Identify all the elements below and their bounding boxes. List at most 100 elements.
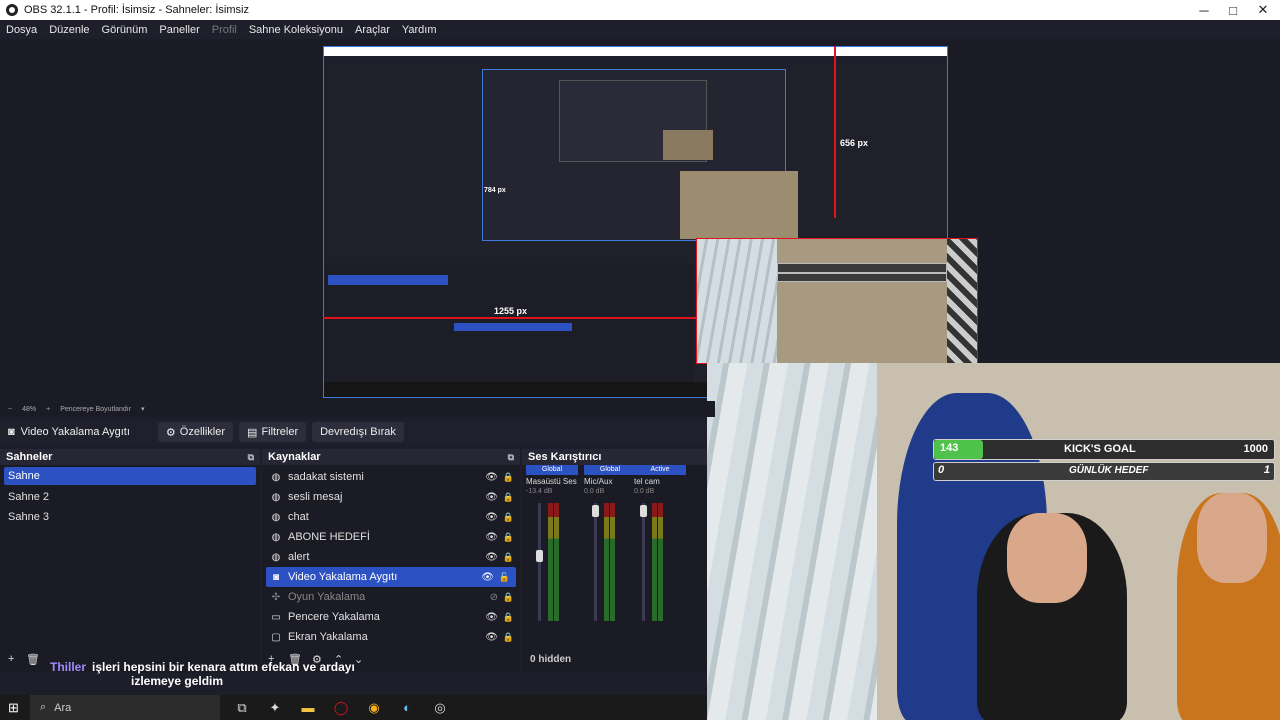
chevron-down-icon[interactable]: ▾ (141, 405, 145, 413)
menu-duzenle[interactable]: Düzenle (43, 24, 95, 36)
unlock-icon[interactable]: 🔓 (499, 572, 510, 583)
eye-icon[interactable]: 👁 (485, 552, 498, 563)
menu-dosya[interactable]: Dosya (0, 24, 43, 36)
lock-icon[interactable]: 🔒 (503, 492, 514, 503)
eye-icon[interactable]: 👁 (485, 632, 498, 643)
menu-profil[interactable]: Profil (206, 24, 243, 36)
volume-fader-knob[interactable] (640, 505, 647, 517)
curtain-small (697, 239, 777, 363)
opera-icon[interactable]: ◯ (330, 697, 352, 719)
chevron-down-icon[interactable]: ⌄ (354, 653, 363, 666)
zoom-in-button[interactable]: + (46, 406, 50, 413)
webcam-feed (707, 363, 1280, 720)
lock-icon[interactable]: 🔒 (503, 592, 514, 603)
source-item[interactable]: ◍ alert 👁 🔒 (262, 547, 520, 567)
volume-fader[interactable] (538, 503, 541, 621)
chat-username: Thiller (50, 660, 87, 674)
eye-icon[interactable]: 👁 (485, 512, 498, 523)
copilot-icon[interactable]: ✦ (264, 697, 286, 719)
goal-label: KICK'S GOAL (1064, 443, 1136, 455)
selected-webcam-source[interactable] (696, 238, 978, 364)
eye-icon[interactable]: 👁 (481, 572, 494, 583)
lock-icon[interactable]: 🔒 (503, 472, 514, 483)
goal-count: 143 (940, 442, 959, 454)
scene-item[interactable]: Sahne (4, 467, 256, 485)
nested-menu-bar (324, 56, 947, 64)
daily-max: 1 (1263, 464, 1270, 476)
filters-button[interactable]: ▤ Filtreler (239, 422, 307, 442)
sources-header: Kaynaklar ⧉ (262, 449, 520, 465)
properties-button[interactable]: ⚙ Özellikler (157, 422, 234, 442)
browser-icon: ◍ (271, 511, 281, 523)
source-item[interactable]: ◍ sesli mesaj 👁 🔒 (262, 487, 520, 507)
width-px-label: 1255 px (494, 306, 528, 316)
browser-icon: ◍ (271, 471, 281, 483)
eye-hidden-icon[interactable]: ⊘ (490, 592, 498, 603)
source-item[interactable]: ▭ Pencere Yakalama 👁 🔒 (262, 607, 520, 627)
obs-icon[interactable]: ◎ (429, 697, 451, 719)
volume-meter (610, 503, 615, 621)
nested-scene-selected (328, 275, 448, 285)
eye-icon[interactable]: 👁 (485, 492, 498, 503)
chrome-icon[interactable]: ◉ (363, 697, 385, 719)
lock-icon[interactable]: 🔒 (503, 552, 514, 563)
source-item[interactable]: ✣ Oyun Yakalama ⊘ 🔒 (262, 587, 520, 607)
fit-to-window-button[interactable]: Pencereye Boyutlandır (60, 406, 131, 413)
menu-bar: Dosya Düzenle Görünüm Paneller Profil Sa… (0, 20, 1280, 39)
add-scene-button[interactable]: + (8, 653, 14, 665)
lock-icon[interactable]: 🔒 (503, 532, 514, 543)
lock-icon[interactable]: 🔒 (503, 612, 514, 623)
volume-fader-knob[interactable] (592, 505, 599, 517)
menu-araclar[interactable]: Araçlar (349, 24, 396, 36)
channel-name[interactable]: Masaüstü Ses (526, 477, 578, 486)
undock-icon[interactable]: ⧉ (508, 449, 514, 465)
source-item[interactable]: ◍ chat 👁 🔒 (262, 507, 520, 527)
daily-count: 0 (938, 464, 945, 476)
volume-meter (652, 503, 657, 621)
source-item[interactable]: ◍ sadakat sistemi 👁 🔒 (262, 467, 520, 487)
eye-icon[interactable]: 👁 (485, 612, 498, 623)
deactivate-button[interactable]: Devredışı Bırak (312, 422, 404, 442)
eye-icon[interactable]: 👁 (485, 532, 498, 543)
source-item-selected[interactable]: ◙ Video Yakalama Aygıtı 👁 🔓 (266, 567, 516, 587)
source-item[interactable]: ▢ Ekran Yakalama 👁 🔒 (262, 627, 520, 647)
volume-fader-knob[interactable] (536, 550, 543, 562)
source-label: ABONE HEDEFİ (288, 531, 370, 543)
volume-fader[interactable] (594, 503, 597, 621)
file-explorer-icon[interactable]: ▬ (297, 697, 319, 719)
taskbar-search[interactable]: ⌕ Ara (30, 695, 220, 720)
zoom-out-button[interactable]: − (8, 406, 12, 413)
menu-sahne-koleksiyonu[interactable]: Sahne Koleksiyonu (243, 24, 349, 36)
mini-goal-bar (777, 263, 947, 273)
daily-goal-bar: 0 GÜNLÜK HEDEF 1 (933, 462, 1275, 481)
channel-name[interactable]: tel cam (634, 477, 686, 486)
volume-fader[interactable] (642, 503, 645, 621)
scenes-title: Sahneler (6, 451, 53, 463)
obs-logo-icon (6, 4, 18, 16)
source-item[interactable]: ◍ ABONE HEDEFİ 👁 🔒 (262, 527, 520, 547)
scene-item[interactable]: Sahne 3 (0, 507, 260, 527)
close-button[interactable]: ✕ (1246, 0, 1280, 20)
undock-icon[interactable]: ⧉ (248, 449, 254, 465)
channel-scope: Global (526, 465, 578, 475)
scene-item[interactable]: Sahne 2 (0, 487, 260, 507)
menu-yardim[interactable]: Yardım (396, 24, 443, 36)
windows-start-icon[interactable]: ⊞ (8, 700, 19, 716)
menu-gorunum[interactable]: Görünüm (96, 24, 154, 36)
guide-line-horizontal (323, 317, 696, 319)
lock-icon[interactable]: 🔒 (503, 512, 514, 523)
volume-meter (604, 503, 609, 621)
maximize-button[interactable]: □ (1216, 0, 1250, 20)
monitor-icon: ▢ (271, 631, 281, 643)
trash-icon[interactable]: 🗑 (26, 653, 40, 666)
channel-name[interactable]: Mic/Aux (584, 477, 636, 486)
task-view-icon[interactable]: ⧉ (231, 697, 253, 719)
eye-icon[interactable]: 👁 (485, 472, 498, 483)
mini-daily-bar (777, 273, 947, 282)
volume-meter (658, 503, 663, 621)
kicks-goal-bar: 143 KICK'S GOAL 1000 (933, 439, 1275, 460)
zoom-bar: − 48% + Pencereye Boyutlandır ▾ (0, 401, 715, 417)
steam-icon[interactable]: ◐ (396, 697, 418, 719)
lock-icon[interactable]: 🔒 (503, 632, 514, 643)
menu-paneller[interactable]: Paneller (153, 24, 205, 36)
